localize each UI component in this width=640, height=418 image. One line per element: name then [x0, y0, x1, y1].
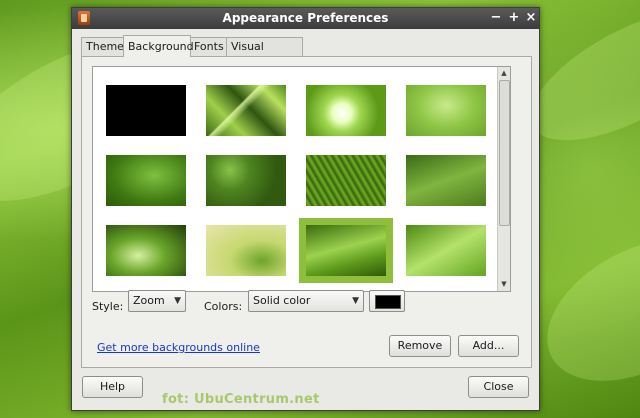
- background-thumbnail[interactable]: [406, 85, 486, 136]
- colors-combobox[interactable]: Solid color ▼: [248, 290, 364, 312]
- tab-fonts[interactable]: Fonts: [189, 37, 228, 56]
- style-value: Zoom: [133, 294, 165, 307]
- background-thumbnail[interactable]: [206, 155, 286, 206]
- style-combobox[interactable]: Zoom ▼: [128, 290, 186, 312]
- minimize-button[interactable]: −: [488, 10, 504, 26]
- maximize-button[interactable]: +: [506, 10, 522, 26]
- tab-theme[interactable]: Theme: [81, 37, 125, 56]
- color-swatch: [375, 295, 401, 309]
- thumbnail-scrollbar[interactable]: ▲ ▼: [497, 67, 510, 291]
- colors-value: Solid color: [253, 294, 311, 307]
- tab-fonts-label: Fonts: [194, 40, 224, 53]
- style-label: Style:: [92, 300, 124, 313]
- appearance-preferences-window: Appearance Preferences − + × Theme Backg…: [71, 7, 540, 411]
- add-button[interactable]: Add...: [458, 335, 519, 357]
- background-thumbnail[interactable]: [106, 225, 186, 276]
- remove-button[interactable]: Remove: [389, 335, 451, 357]
- close-window-button[interactable]: ×: [523, 10, 539, 26]
- color-picker-button[interactable]: [369, 290, 405, 312]
- background-thumbnail[interactable]: [106, 155, 186, 206]
- chevron-down-icon: ▼: [174, 296, 181, 306]
- background-thumbnail[interactable]: [206, 85, 286, 136]
- background-thumbnail[interactable]: [406, 225, 486, 276]
- background-thumbnail[interactable]: [106, 85, 186, 136]
- background-thumbnail-selected[interactable]: [299, 218, 393, 283]
- scrollbar-thumb[interactable]: [499, 80, 510, 226]
- chevron-down-icon: ▼: [352, 296, 359, 306]
- window-title: Appearance Preferences: [222, 11, 389, 25]
- background-thumbnail[interactable]: [306, 155, 386, 206]
- tab-background[interactable]: Background: [123, 35, 194, 57]
- scroll-down-arrow-icon[interactable]: ▼: [498, 278, 510, 290]
- background-thumbnail[interactable]: [306, 85, 386, 136]
- close-button[interactable]: Close: [468, 376, 529, 398]
- watermark-text: fot: UbuCentrum.net: [162, 392, 320, 407]
- title-bar[interactable]: Appearance Preferences − + ×: [72, 8, 539, 29]
- tab-theme-label: Theme: [86, 40, 124, 53]
- get-more-backgrounds-link[interactable]: Get more backgrounds online: [97, 341, 260, 354]
- background-thumbnail-grid[interactable]: ▲ ▼: [92, 66, 511, 292]
- background-thumbnail[interactable]: [406, 155, 486, 206]
- tab-visual-effects[interactable]: Visual Effects: [226, 37, 303, 70]
- scroll-up-arrow-icon[interactable]: ▲: [498, 67, 510, 79]
- tab-background-label: Background: [128, 40, 194, 53]
- background-tab-panel: ▲ ▼ Style: Zoom ▼ Colors: Solid color ▼ …: [81, 56, 532, 368]
- background-thumbnail[interactable]: [206, 225, 286, 276]
- colors-label: Colors:: [204, 300, 243, 313]
- help-button[interactable]: Help: [82, 376, 143, 398]
